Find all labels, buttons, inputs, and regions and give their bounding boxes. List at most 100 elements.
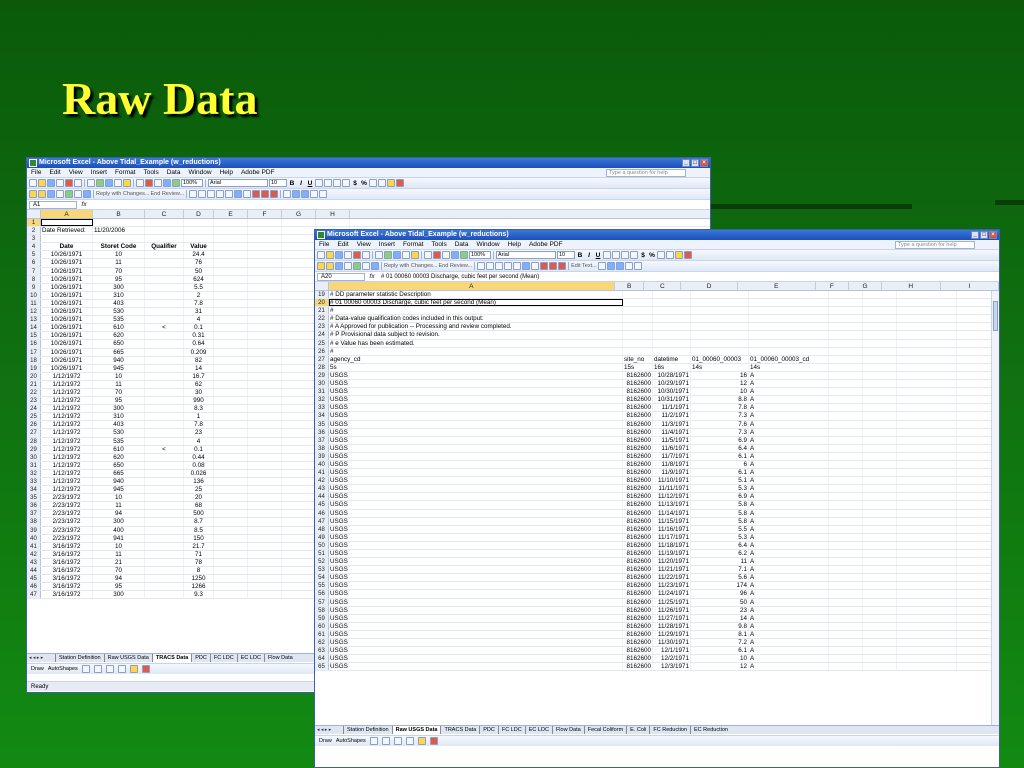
cell-a[interactable]: 10/26/1971 [41,267,93,275]
toolbar-button-icon[interactable] [460,251,468,259]
cell-a[interactable] [41,219,93,227]
cell-b[interactable]: 8162600 [623,380,653,388]
empty-cell[interactable] [897,347,957,355]
sheet-tab-e-coli[interactable]: E. Coli [626,726,649,734]
empty-cell[interactable] [691,291,749,299]
empty-cell[interactable] [282,275,316,283]
cell-b[interactable] [93,219,145,227]
cell-b[interactable]: 535 [93,437,145,445]
empty-cell[interactable] [897,420,957,428]
toolbar-button-icon[interactable] [123,179,131,187]
empty-cell[interactable] [248,486,282,494]
row-header[interactable]: 24 [315,331,329,339]
select-all-corner[interactable] [27,210,41,218]
cell-b[interactable]: 8162600 [623,396,653,404]
cell-d[interactable]: 6.1 [691,469,749,477]
empty-cell[interactable] [897,363,957,371]
empty-cell[interactable] [214,283,248,291]
font-color-icon[interactable] [429,737,438,745]
menu-window[interactable]: Window [476,241,499,248]
empty-cell[interactable] [829,436,863,444]
cell-b[interactable]: 11 [93,502,145,510]
toolbar-button-icon[interactable] [606,262,615,270]
cell-e[interactable]: A [749,541,829,549]
cell-c[interactable]: 11/28/1971 [653,622,691,630]
toolbar-button-icon[interactable] [624,262,633,270]
pdf-button-icon[interactable] [261,190,270,198]
cell-b[interactable]: 8162600 [623,614,653,622]
cell-b[interactable]: 8162600 [623,388,653,396]
column-header-i[interactable]: I [941,282,999,290]
row-header[interactable]: 13 [27,316,41,324]
cell-b[interactable]: 620 [93,453,145,461]
row-header[interactable]: 60 [315,622,329,630]
column-header-d[interactable]: D [681,282,738,290]
empty-cell[interactable] [282,421,316,429]
cell-d[interactable]: 7.8 [184,421,214,429]
cell-c[interactable] [145,534,184,542]
empty-cell[interactable] [214,316,248,324]
empty-cell[interactable] [863,485,897,493]
cell-b[interactable]: 94 [93,510,145,518]
empty-cell[interactable] [214,494,248,502]
menu-data[interactable]: Data [167,169,181,176]
cell-a[interactable]: 10/26/1971 [41,308,93,316]
empty-cell[interactable] [897,339,957,347]
empty-cell[interactable] [248,364,282,372]
empty-cell[interactable] [282,380,316,388]
empty-cell[interactable] [623,347,653,355]
empty-cell[interactable] [691,347,749,355]
row-header[interactable]: 29 [27,445,41,453]
empty-cell[interactable] [653,339,691,347]
cell-a[interactable]: 1/12/1972 [41,397,93,405]
close-button[interactable]: × [700,159,708,167]
empty-cell[interactable] [897,606,957,614]
empty-cell[interactable] [214,291,248,299]
cell-b[interactable]: 8162600 [623,582,653,590]
cell-c[interactable] [145,348,184,356]
cell-a[interactable]: # 01 00060 00003 Discharge, cubic feet p… [329,299,623,307]
help-search-input[interactable]: Type a question for help [895,241,975,249]
cell-b[interactable]: 300 [93,518,145,526]
cell-a[interactable]: USGS [329,590,623,598]
toolbar-button-icon[interactable] [442,251,450,259]
cell-b[interactable]: 8162600 [623,533,653,541]
cell-d[interactable]: 16 [691,371,749,380]
cell-c[interactable] [145,558,184,567]
row-header[interactable]: 33 [27,478,41,486]
cell-b[interactable]: 8162600 [623,558,653,566]
cell-b[interactable]: 8162600 [623,412,653,420]
empty-cell[interactable] [897,574,957,582]
empty-cell[interactable] [897,396,957,404]
cell-d[interactable]: 9.8 [691,622,749,630]
toolbar-button-icon[interactable] [335,251,343,259]
cell-d[interactable]: 0.026 [184,469,214,477]
cell-a[interactable]: USGS [329,630,623,639]
empty-cell[interactable] [829,590,863,598]
cell-b[interactable]: 10 [93,494,145,502]
cell-c[interactable]: 11/8/1971 [653,460,691,469]
toolbar-button-icon[interactable] [216,190,225,198]
cell-a[interactable]: 3/16/1972 [41,567,93,575]
cell-c[interactable]: < [145,445,184,453]
font-name-select[interactable]: Arial [208,179,268,187]
cell-c[interactable] [145,429,184,437]
empty-cell[interactable] [897,485,957,493]
empty-cell[interactable] [863,420,897,428]
cell-c[interactable]: 11/5/1971 [653,436,691,444]
underline-button[interactable]: U [306,180,314,187]
sheet-tab-pdc[interactable]: PDC [191,654,210,662]
empty-cell[interactable] [623,339,653,347]
row-header[interactable]: 48 [315,525,329,533]
cell-c[interactable]: 11/17/1971 [653,533,691,541]
cell-d[interactable]: 2 [184,291,214,299]
row-header[interactable]: 28 [315,363,329,371]
empty-cell[interactable] [829,307,863,315]
empty-cell[interactable] [248,526,282,534]
cell-e[interactable]: A [749,444,829,452]
cell-c[interactable]: 11/1/1971 [653,404,691,412]
empty-cell[interactable] [282,437,316,445]
empty-cell[interactable] [214,364,248,372]
cell-b[interactable]: 8162600 [623,469,653,477]
cell-a[interactable]: 10/26/1971 [41,259,93,267]
